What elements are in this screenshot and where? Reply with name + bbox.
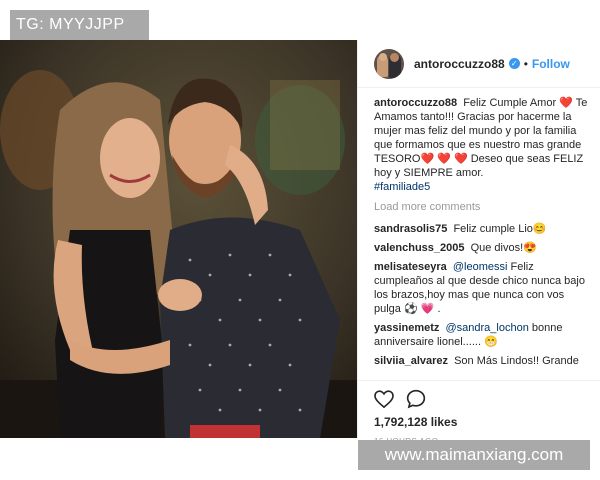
caption-username[interactable]: antoroccuzzo88 bbox=[374, 97, 457, 109]
comment-username[interactable]: silviia_alvarez bbox=[374, 355, 448, 367]
comment-item: melisateseyra @leomessi Feliz cumpleaños… bbox=[374, 260, 592, 316]
caption-hashtag[interactable]: #familiade5 bbox=[374, 180, 592, 194]
comments-list: antoroccuzzo88 Feliz Cumple Amor ❤️ Te A… bbox=[374, 96, 592, 376]
comment-mention[interactable]: @leomessi bbox=[453, 261, 508, 273]
post-photo[interactable] bbox=[0, 40, 357, 438]
post-header: antoroccuzzo88 ✓ • Follow bbox=[358, 40, 600, 88]
verified-badge-icon: ✓ bbox=[508, 58, 520, 69]
instagram-post: antoroccuzzo88 ✓ • Follow antoroccuzzo88… bbox=[0, 0, 600, 480]
post-actions: 1,792,128 likes 16 HOURS AGO bbox=[358, 380, 600, 446]
load-more-comments-link[interactable]: Load more comments bbox=[374, 200, 592, 214]
comment-item: yassinemetz @sandra_lochon bonne anniver… bbox=[374, 321, 592, 349]
comment-icon[interactable] bbox=[406, 389, 426, 409]
comment-mention[interactable]: @sandra_lochon bbox=[446, 322, 529, 334]
avatar[interactable] bbox=[374, 48, 404, 79]
post-sidebar: antoroccuzzo88 ✓ • Follow antoroccuzzo88… bbox=[357, 40, 600, 446]
comment-text: Son Más Lindos!! Grande bbox=[454, 355, 579, 367]
comment-item: valenchuss_2005 Que divos!😍 bbox=[374, 241, 592, 255]
comment-text: Feliz cumple Lio😊 bbox=[453, 223, 547, 235]
comment-username[interactable]: sandrasolis75 bbox=[374, 223, 447, 235]
comment-text: Que divos!😍 bbox=[470, 242, 537, 254]
separator-dot: • bbox=[523, 56, 528, 71]
heart-icon[interactable] bbox=[374, 390, 394, 408]
action-icons bbox=[374, 389, 585, 409]
watermark-bottom: www.maimanxiang.com bbox=[358, 440, 590, 470]
follow-button[interactable]: Follow bbox=[532, 57, 570, 71]
comment-item: silviia_alvarez Son Más Lindos!! Grande bbox=[374, 354, 592, 368]
comment-item: sandrasolis75 Feliz cumple Lio😊 bbox=[374, 222, 592, 236]
caption-text: Feliz Cumple Amor ❤️ Te Amamos tanto!!! … bbox=[374, 97, 588, 179]
likes-count[interactable]: 1,792,128 likes bbox=[374, 415, 585, 429]
comment-username[interactable]: valenchuss_2005 bbox=[374, 242, 465, 254]
comment-username[interactable]: melisateseyra bbox=[374, 261, 447, 273]
post-caption: antoroccuzzo88 Feliz Cumple Amor ❤️ Te A… bbox=[374, 96, 592, 194]
comment-username[interactable]: yassinemetz bbox=[374, 322, 439, 334]
header-username[interactable]: antoroccuzzo88 bbox=[414, 57, 505, 71]
watermark-top: TG: MYYJJPP bbox=[10, 10, 149, 40]
photo-illustration bbox=[0, 40, 357, 438]
